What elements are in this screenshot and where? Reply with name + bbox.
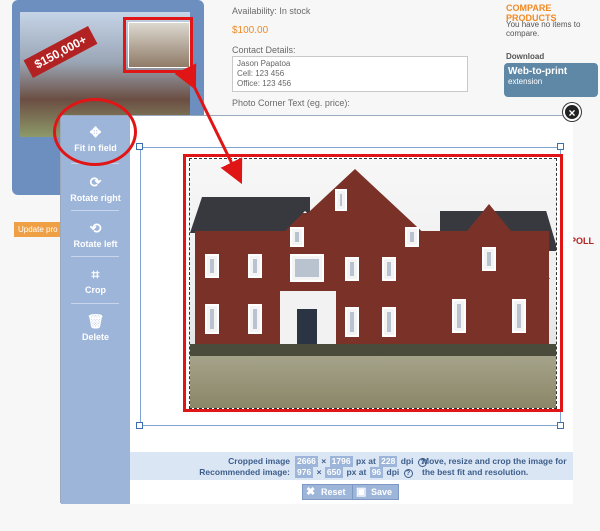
contact-line: Office: 123 456 — [237, 79, 292, 88]
px-at-text: px at — [355, 456, 376, 466]
poll-title: POLL — [570, 236, 594, 246]
close-icon[interactable]: × — [563, 103, 581, 121]
compare-products-note: You have no items to compare. — [506, 20, 581, 38]
resize-handle-bottom-right[interactable] — [557, 422, 564, 429]
times-sign: × — [321, 456, 327, 466]
download-label: Download — [506, 52, 545, 61]
recommended-width: 976 — [295, 467, 314, 478]
fit-in-field-highlight-circle — [53, 98, 137, 166]
cropped-width: 2666 — [295, 456, 318, 467]
editor-hint-message: Move, resize and crop the image for the … — [422, 456, 567, 477]
toolbar-divider — [71, 256, 119, 257]
cropped-dpi: 228 — [379, 456, 398, 467]
image-editor-dialog: ✥ Fit in field ⟳ Rotate right ⟲ Rotate l… — [60, 115, 573, 504]
resize-handle-bottom-left[interactable] — [136, 422, 143, 429]
toolbar-divider — [71, 210, 119, 211]
crop-icon: ⌗ — [91, 266, 100, 282]
cropped-image-values: 2666 × 1796 px at 228 dpi ? — [294, 456, 427, 467]
thumbnail-highlight-frame — [123, 17, 193, 73]
reset-label: Reset — [321, 487, 346, 497]
rotate-right-icon: ⟳ — [89, 174, 102, 190]
crop-label: Crop — [85, 285, 106, 295]
floppy-disk-icon: ▣ — [356, 486, 367, 498]
save-label: Save — [371, 487, 393, 497]
toolbar-divider — [71, 303, 119, 304]
resize-handle-top-right[interactable] — [557, 143, 564, 150]
rotate-right-label: Rotate right — [70, 193, 121, 203]
contact-details-label: Contact Details: — [232, 45, 296, 55]
rotate-left-icon: ⟲ — [89, 220, 102, 236]
photo-highlight-frame — [183, 154, 563, 412]
contact-line: Jason Papatoa — [237, 59, 291, 68]
cropped-image-label: Cropped image — [228, 456, 290, 466]
photo-corner-text-label: Photo Corner Text (eg. price): — [232, 98, 350, 108]
recommended-image-label: Recommended image: — [199, 467, 290, 477]
help-icon[interactable]: ? — [403, 469, 413, 478]
editor-toolbar: ✥ Fit in field ⟳ Rotate right ⟲ Rotate l… — [61, 116, 130, 504]
dpi-text: dpi — [400, 456, 414, 466]
update-product-button[interactable]: Update pro — [14, 222, 62, 237]
price-text: $100.00 — [232, 25, 269, 36]
contact-details-textarea[interactable]: Jason Papatoa Cell: 123 456 Office: 123 … — [232, 56, 468, 92]
editor-canvas[interactable] — [130, 116, 573, 452]
editor-actions: ✖ Reset ▣ Save — [130, 480, 573, 504]
w2p-title: Web-to-print — [508, 66, 568, 77]
dpi-text: dpi — [386, 467, 400, 477]
recommended-image-values: 976 × 650 px at 96 dpi ? — [294, 467, 427, 478]
rotate-left-button[interactable]: ⟲ Rotate left — [61, 220, 130, 249]
crop-button[interactable]: ⌗ Crop — [61, 266, 130, 295]
times-sign: × — [316, 467, 322, 477]
image-info-bar: Cropped image Recommended image: 2666 × … — [130, 452, 573, 480]
resize-handle-top-left[interactable] — [136, 143, 143, 150]
info-labels: Cropped image Recommended image: — [130, 456, 290, 478]
recommended-dpi: 96 — [369, 467, 384, 478]
availability-text: Availability: In stock — [232, 6, 311, 16]
web-to-print-banner[interactable]: Web-to-print extension — [504, 63, 598, 97]
px-at-text: px at — [346, 467, 367, 477]
w2p-subtitle: extension — [508, 77, 543, 86]
contact-line: Cell: 123 456 — [237, 69, 285, 78]
reset-icon: ✖ — [306, 486, 316, 498]
save-button[interactable]: ▣ Save — [352, 484, 400, 500]
delete-label: Delete — [81, 332, 109, 342]
rotate-left-label: Rotate left — [73, 239, 118, 249]
trash-icon: 🗑 — [86, 313, 105, 329]
info-values: 2666 × 1796 px at 228 dpi ? 976 × 650 px… — [294, 456, 427, 478]
delete-button[interactable]: 🗑 Delete — [61, 313, 130, 342]
rotate-right-button[interactable]: ⟳ Rotate right — [61, 174, 130, 203]
reset-button[interactable]: ✖ Reset — [302, 484, 353, 500]
recommended-height: 650 — [324, 467, 344, 478]
cropped-height: 1796 — [329, 456, 353, 467]
